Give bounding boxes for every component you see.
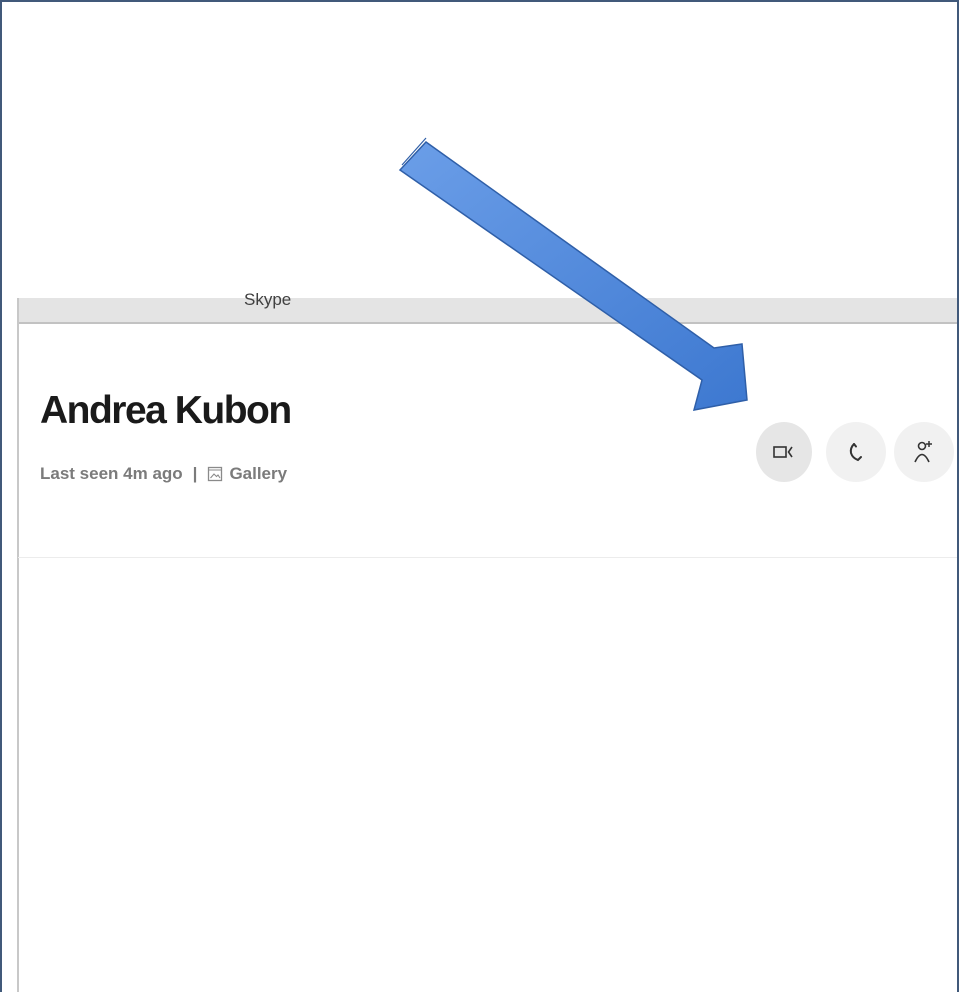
window-left-edge <box>17 298 19 992</box>
audio-call-button[interactable] <box>826 422 886 482</box>
window-title: Skype <box>244 290 292 309</box>
contact-name: Andrea Kubon <box>40 389 292 432</box>
gallery-icon <box>208 466 223 482</box>
screenshot-frame: Skype Andrea Kubon Last seen 4m ago | Ga… <box>0 0 959 992</box>
annotation-arrow <box>398 137 748 411</box>
gallery-label: Gallery <box>229 464 288 483</box>
video-call-button[interactable] <box>756 422 812 482</box>
video-camera-icon <box>773 446 793 458</box>
add-person-icon <box>914 441 932 463</box>
add-people-button[interactable] <box>894 422 954 482</box>
phone-icon <box>849 443 862 462</box>
contact-status-row: Last seen 4m ago | Gallery <box>40 462 287 486</box>
status-separator: | <box>192 464 198 483</box>
gallery-link[interactable]: Gallery <box>207 462 287 486</box>
header-divider <box>18 557 957 558</box>
window-titlebar: Skype <box>18 290 957 324</box>
last-seen-status: Last seen 4m ago <box>40 464 183 483</box>
